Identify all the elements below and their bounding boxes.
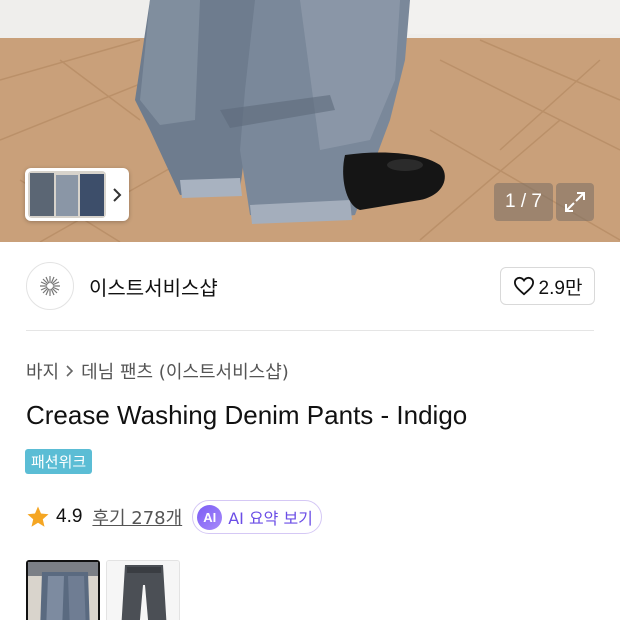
product-thumbnail-selected[interactable] [26, 560, 100, 620]
like-count: 2.9만 [538, 277, 583, 299]
event-badge: 패션위크 [25, 449, 93, 474]
breadcrumb-item-subcategory[interactable]: 데님 팬츠 (이스트서비스샵) [81, 358, 289, 384]
heart-icon [513, 276, 534, 296]
chevron-right-icon [66, 365, 74, 377]
like-button[interactable]: 2.9만 [500, 267, 595, 305]
shop-logo[interactable] [26, 262, 74, 310]
gallery-thumbnail-strip[interactable] [25, 168, 129, 221]
ai-summary-label: AI 요약 보기 [228, 509, 313, 528]
breadcrumb-item-category[interactable]: 바지 [26, 358, 59, 384]
ai-icon: AI [197, 504, 223, 530]
rating-value: 4.9 [56, 506, 83, 527]
section-divider [26, 330, 594, 331]
product-title: Crease Washing Denim Pants - Indigo [26, 400, 468, 430]
thumbnail-flat-image [107, 561, 179, 620]
star-icon [27, 506, 49, 527]
ai-summary-button[interactable]: AI AI 요약 보기 [192, 500, 322, 534]
thumbnail-preview-image [28, 171, 106, 218]
thumbnail-model-image [28, 562, 98, 620]
chevron-right-icon[interactable] [108, 187, 126, 203]
expand-icon[interactable] [556, 183, 594, 221]
starburst-logo [40, 276, 60, 296]
rating-row: 4.9 후기 278개 AI AI 요약 보기 [26, 499, 322, 535]
shop-header: 이스트서비스샵 2.9만 [0, 242, 620, 332]
shop-name[interactable]: 이스트서비스샵 [89, 272, 218, 301]
breadcrumb: 바지 데님 팬츠 (이스트서비스샵) [26, 358, 289, 384]
image-counter: 1 / 7 [494, 183, 553, 221]
product-image-gallery[interactable]: 1 / 7 [0, 0, 620, 242]
gallery-thumbnail-preview[interactable] [28, 171, 106, 218]
reviews-link[interactable]: 후기 278개 [92, 504, 182, 530]
product-thumbnail[interactable] [106, 560, 180, 620]
